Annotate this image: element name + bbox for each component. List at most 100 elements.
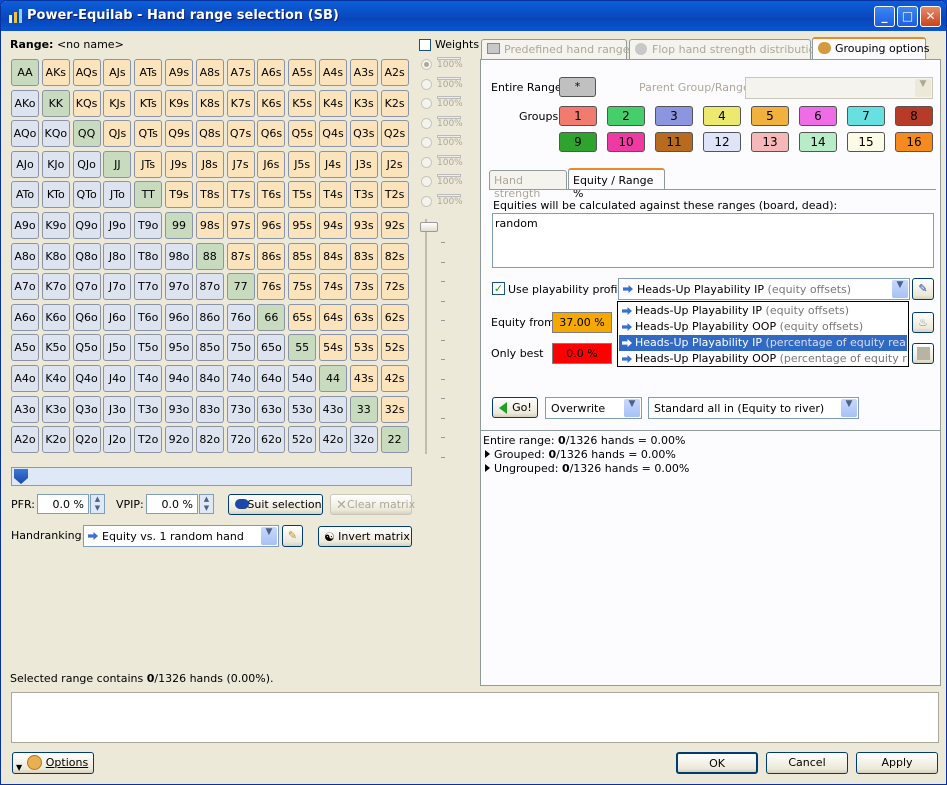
hand-cell[interactable]: Q5s [288, 120, 317, 148]
calculation-mode-select[interactable]: Standard all in (Equity to river) ▼ [648, 397, 859, 419]
hand-cell[interactable]: Q9s [165, 120, 193, 148]
playability-profile-select[interactable]: Heads-Up Playability IP (equity offsets)… [618, 278, 910, 300]
hand-cell[interactable]: Q8o [72, 242, 101, 270]
hand-cell[interactable]: 87o [195, 273, 224, 301]
hand-cell[interactable]: J8s [195, 150, 224, 178]
vpip-spinner[interactable]: ▲ ▼ [199, 494, 214, 514]
parent-group-select[interactable]: ▼ [745, 77, 933, 99]
hand-cell[interactable]: JJ [103, 150, 132, 178]
close-button[interactable]: ✕ [920, 6, 941, 27]
hand-cell[interactable]: 98o [165, 242, 193, 270]
hand-cell[interactable]: QTo [72, 181, 101, 209]
hand-cell[interactable]: A2o [11, 426, 39, 454]
hand-cell[interactable]: 64s [319, 303, 347, 331]
hand-cell[interactable]: 75s [288, 273, 317, 301]
hand-cell[interactable]: 62s [380, 303, 409, 331]
hand-cell[interactable]: 94o [165, 365, 193, 392]
weight-radio[interactable] [421, 156, 432, 168]
hand-cell[interactable]: ATo [11, 181, 39, 209]
hand-cell[interactable]: 96o [165, 303, 193, 331]
hand-cell[interactable]: KTo [41, 181, 70, 209]
range-slider-thumb[interactable] [14, 469, 28, 484]
hand-cell[interactable]: 99 [165, 212, 193, 239]
hand-cell[interactable]: 84o [195, 365, 224, 392]
hand-cell[interactable]: T3o [134, 395, 163, 423]
hand-cell[interactable]: AA [11, 59, 39, 86]
hand-cell[interactable]: 93o [165, 395, 193, 423]
minimize-button[interactable]: _ [874, 6, 895, 27]
hand-cell[interactable]: 95s [288, 212, 317, 239]
hand-cell[interactable]: 76o [226, 303, 255, 331]
hand-cell[interactable]: J4s [319, 150, 347, 178]
hand-cell[interactable]: QJs [103, 120, 132, 148]
hand-cell[interactable]: Q6o [72, 303, 101, 331]
hand-cell[interactable]: AJs [103, 59, 132, 86]
hand-cell[interactable]: JTo [103, 181, 132, 209]
hand-cell[interactable]: 63s [349, 303, 378, 331]
group-button-7[interactable]: 7 [847, 106, 885, 126]
hand-cell[interactable]: 52o [288, 426, 317, 454]
entire-range-button[interactable]: * [559, 77, 596, 97]
hand-cell[interactable]: K5o [41, 334, 70, 362]
subtab-hand-strength[interactable]: Hand strength [489, 170, 567, 200]
group-button-11[interactable]: 11 [655, 132, 693, 152]
hand-cell[interactable]: J6o [103, 303, 132, 331]
hand-cell[interactable]: 98s [195, 212, 224, 239]
hand-cell[interactable]: J6s [257, 150, 286, 178]
group-button-12[interactable]: 12 [703, 132, 741, 152]
hand-cell[interactable]: AQo [11, 120, 39, 148]
hand-cell[interactable]: Q8s [195, 120, 224, 148]
weight-radio[interactable] [421, 195, 432, 207]
weights-slider-thumb[interactable] [420, 222, 438, 232]
group-button-6[interactable]: 6 [799, 106, 837, 126]
hand-cell[interactable]: A3o [11, 395, 39, 423]
profile-option[interactable]: Heads-Up Playability OOP (percentage of … [619, 351, 907, 367]
ok-button[interactable]: OK [676, 752, 758, 774]
tab-predefined-hand-ranges[interactable]: Predefined hand ranges [481, 39, 635, 59]
hand-cell[interactable]: J5o [103, 334, 132, 362]
weight-radio[interactable] [421, 59, 432, 70]
hand-cell[interactable]: Q3s [349, 120, 378, 148]
hand-cell[interactable]: JTs [134, 150, 163, 178]
weight-radio[interactable] [421, 98, 432, 109]
group-button-14[interactable]: 14 [799, 132, 837, 152]
invert-matrix-button[interactable]: ☯ Invert matrix [318, 526, 412, 547]
hand-cell[interactable]: Q7s [226, 120, 255, 148]
profile-option[interactable]: Heads-Up Playability IP (percentage of e… [619, 335, 907, 351]
hand-cell[interactable]: Q2s [380, 120, 409, 148]
chevron-down-icon[interactable]: ▼ [915, 79, 931, 97]
hand-cell[interactable]: KJs [103, 89, 132, 117]
hand-cell[interactable]: 84s [319, 242, 347, 270]
hand-cell[interactable]: K9o [41, 212, 70, 239]
hand-cell[interactable]: 43s [349, 365, 378, 392]
hand-cell[interactable]: Q4o [72, 365, 101, 392]
group-button-13[interactable]: 13 [751, 132, 789, 152]
hand-cell[interactable]: 64o [257, 365, 286, 392]
hand-cell[interactable]: T3s [349, 181, 378, 209]
hand-cell[interactable]: J2s [380, 150, 409, 178]
subtab-equity-range[interactable]: Equity / Range % [568, 168, 665, 200]
hand-cell[interactable]: A6o [11, 303, 39, 331]
hand-cell[interactable]: 54o [288, 365, 317, 392]
hand-cell[interactable]: 73s [349, 273, 378, 301]
tab-flop-hand-strength[interactable]: Flop hand strength distribution [629, 39, 822, 59]
hand-cell[interactable]: K8o [41, 242, 70, 270]
group-button-4[interactable]: 4 [703, 106, 741, 126]
expand-icon[interactable] [485, 450, 490, 458]
hand-cell[interactable]: J9s [165, 150, 193, 178]
hand-cell[interactable]: T7o [134, 273, 163, 301]
go-button[interactable]: Go! [492, 397, 538, 418]
hand-cell[interactable]: K5s [288, 89, 317, 117]
hand-cell[interactable]: K6o [41, 303, 70, 331]
hand-cell[interactable]: A9o [11, 212, 39, 239]
hand-cell[interactable]: QTs [134, 120, 163, 148]
hand-cell[interactable]: 82o [195, 426, 224, 454]
hand-cell[interactable]: K2o [41, 426, 70, 454]
hand-cell[interactable]: A4o [11, 365, 39, 392]
hand-cell[interactable]: K4s [319, 89, 347, 117]
hand-cell[interactable]: 44 [319, 365, 347, 392]
hand-cell[interactable]: Q5o [72, 334, 101, 362]
hand-cell[interactable]: TT [134, 181, 163, 209]
hand-cell[interactable]: A4s [319, 59, 347, 86]
hand-cell[interactable]: 22 [380, 426, 409, 454]
